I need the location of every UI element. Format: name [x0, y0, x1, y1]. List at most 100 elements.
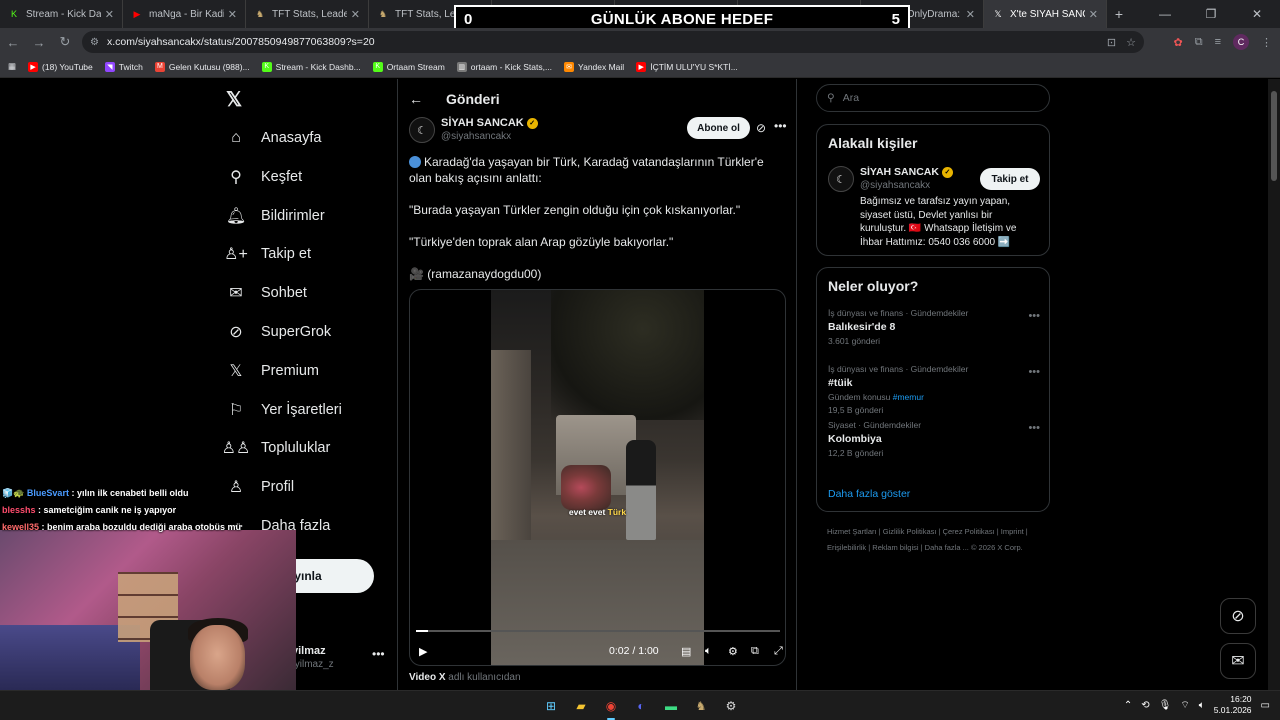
close-tab-icon[interactable]: ✕	[966, 8, 975, 21]
page-scrollbar[interactable]	[1268, 79, 1280, 690]
nav-item-explore[interactable]: ⚲ Keşfet	[226, 165, 302, 189]
close-window-icon[interactable]: ✕	[1234, 0, 1280, 28]
home-icon: ⌂	[231, 129, 241, 146]
nav-item-notifications[interactable]: 🔔︎ Bildirimler	[226, 204, 325, 228]
bookmark-item[interactable]: M Gelen Kutusu (988)...	[154, 61, 250, 72]
file-explorer-icon[interactable]: ▰	[570, 695, 592, 717]
bookmark-item[interactable]: ◥ Twitch	[104, 61, 143, 72]
browser-tab[interactable]: K Stream - Kick Dashbo ✕	[0, 0, 123, 28]
nav-item-bookmarks[interactable]: ⚐ Yer İşaretleri	[226, 398, 342, 422]
trends-card: Neler oluyor? İş dünyası ve finans · Gün…	[816, 267, 1050, 512]
minimize-icon[interactable]: —	[1142, 0, 1188, 28]
show-more-link[interactable]: Daha fazla göster	[828, 488, 910, 500]
trend-more-icon[interactable]: •••	[1028, 422, 1040, 434]
wifi-icon[interactable]: ⌔	[1180, 699, 1189, 712]
trend-more-icon[interactable]: •••	[1028, 310, 1040, 322]
reload-icon[interactable]: ↻	[52, 34, 78, 50]
app-icon[interactable]: ⚙	[720, 695, 742, 717]
related-avatar[interactable]: ☾	[828, 166, 854, 192]
account-more-icon[interactable]: •••	[372, 647, 385, 661]
clock[interactable]: 16:20 5.01.2026	[1214, 694, 1252, 716]
install-icon[interactable]: ⊡	[1107, 36, 1116, 49]
bookmark-item[interactable]: ✉ Yandex Mail	[564, 61, 624, 72]
popout-icon[interactable]: ⧉	[751, 645, 759, 658]
footer-links[interactable]: Hizmet Şartları | Gizlilik Politikası | …	[827, 524, 1042, 556]
video-progress-bar[interactable]	[416, 630, 780, 632]
related-handle[interactable]: @siyahsancakx	[860, 180, 930, 191]
video-player[interactable]: evet evet Türk ▶ 0:02 / 1:00 ▤ 🔈︎ ⚙ ⧉ ⤢	[409, 289, 786, 666]
follow-button[interactable]: Takip et	[980, 168, 1040, 190]
trend-item[interactable]: İş dünyası ve finans · Gündemdekiler #tüi…	[828, 364, 1040, 415]
url-text: x.com/siyahsancakx/status/20078509498770…	[106, 36, 375, 48]
bookmark-item[interactable]: K Ortaam Stream	[372, 61, 445, 72]
star-icon[interactable]: ☆	[1126, 36, 1136, 49]
more-options-icon[interactable]: •••	[774, 119, 787, 133]
x-logo-icon[interactable]: 𝕏	[226, 87, 242, 112]
apps-icon[interactable]: ▦	[8, 61, 16, 72]
chevron-up-icon[interactable]: ⌃	[1124, 700, 1132, 711]
post-paragraph: Karadağ'da yaşayan bir Türk, Karadağ vat…	[409, 155, 764, 185]
network-icon[interactable]: ⟲	[1141, 700, 1149, 711]
nav-item-follow[interactable]: ♙+ Takip et	[224, 242, 311, 266]
trend-item[interactable]: Siyaset · Gündemdekiler Kolombiya 12,2 B g…	[828, 420, 1040, 458]
back-arrow-icon[interactable]: ←	[398, 91, 434, 107]
grok-fab-icon[interactable]: ⊘	[1220, 598, 1256, 634]
app-icon[interactable]: ▬	[660, 695, 682, 717]
forward-icon[interactable]: →	[26, 35, 52, 50]
start-icon[interactable]: ⊞	[540, 695, 562, 717]
new-tab-button[interactable]: +	[1107, 6, 1131, 22]
bookmark-item[interactable]: ▥ ortaam - Kick Stats,...	[456, 61, 552, 72]
nav-item-home[interactable]: ⌂ Anasayfa	[226, 126, 321, 150]
bookmark-item[interactable]: ▶ İÇTİM ULU'YU S*KTİ...	[636, 61, 738, 72]
tab-title: X'te SİYAH SANCAK:	[1010, 8, 1085, 20]
menu-icon[interactable]: ⋮	[1261, 36, 1272, 49]
restore-icon[interactable]: ❐	[1188, 0, 1234, 28]
search-input[interactable]: ⚲ Ara	[816, 84, 1050, 112]
close-tab-icon[interactable]: ✕	[351, 8, 360, 21]
settings-icon[interactable]: ⚙	[728, 645, 738, 658]
author-handle[interactable]: @siyahsancakx	[441, 131, 511, 142]
browser-tab[interactable]: 𝕏 X'te SİYAH SANCAK: ✕	[984, 0, 1107, 28]
fullscreen-icon[interactable]: ⤢	[774, 645, 783, 658]
stream-chat-overlay: 🧊🐢 BlueSvart : yılın ilk cenabeti belli …	[2, 488, 252, 539]
trend-more-icon[interactable]: •••	[1028, 366, 1040, 378]
mic-icon[interactable]: 🎙︎	[1159, 700, 1172, 711]
bookmark-item[interactable]: ▶ (18) YouTube	[28, 61, 93, 72]
site-info-icon[interactable]: ⚙	[90, 37, 99, 48]
browser-tab[interactable]: ♞ TFT Stats, Leaderboar ✕	[246, 0, 369, 28]
notifications-icon[interactable]: ▭	[1261, 700, 1270, 711]
subscribe-button[interactable]: Abone ol	[687, 117, 750, 139]
discord-icon[interactable]: ◐	[630, 695, 652, 717]
chrome-icon[interactable]: ◉	[600, 695, 622, 720]
nav-item-supergrok[interactable]: ⊘ SuperGrok	[226, 320, 331, 344]
volume-icon[interactable]: 🔈︎	[1199, 700, 1205, 711]
captions-icon[interactable]: ▤	[681, 645, 691, 658]
nav-item-communities[interactable]: ♙♙ Topluluklar	[222, 436, 331, 460]
media-icon[interactable]: ≡	[1215, 36, 1221, 48]
nav-item-premium[interactable]: 𝕏 Premium	[226, 359, 319, 383]
video-source-link[interactable]: Video X	[409, 672, 446, 683]
close-tab-icon[interactable]: ✕	[228, 8, 237, 21]
x-icon: 𝕏	[994, 8, 1002, 19]
author-avatar[interactable]: ☾	[409, 117, 435, 143]
close-tab-icon[interactable]: ✕	[1089, 8, 1098, 21]
url-field[interactable]: ⚙ x.com/siyahsancakx/status/200785094987…	[82, 31, 1144, 53]
trend-tag[interactable]: #memur	[893, 392, 924, 402]
app-icon[interactable]: ♞	[690, 695, 712, 717]
video-frame[interactable]: evet evet Türk	[491, 290, 704, 665]
extension-icon[interactable]: ✿	[1174, 36, 1183, 49]
volume-icon[interactable]: 🔈︎	[705, 645, 712, 658]
profile-avatar[interactable]: C	[1233, 34, 1249, 50]
close-tab-icon[interactable]: ✕	[105, 8, 114, 21]
play-icon[interactable]: ▶	[419, 645, 427, 658]
author-name-row[interactable]: SİYAH SANCAK ✓	[441, 117, 538, 129]
messages-fab-icon[interactable]: ✉	[1220, 643, 1256, 679]
browser-tab[interactable]: ▶ maNga - Bir Kadin Çi ✕	[123, 0, 246, 28]
related-name-row[interactable]: SİYAH SANCAK ✓	[860, 166, 953, 178]
nav-item-chat[interactable]: ✉ Sohbet	[226, 281, 307, 305]
puzzle-icon[interactable]: ⧉	[1195, 36, 1203, 49]
grok-icon[interactable]: ⊘	[756, 121, 766, 135]
back-icon[interactable]: ←	[0, 35, 26, 50]
bookmark-item[interactable]: K Stream - Kick Dashb...	[261, 61, 361, 72]
trend-item[interactable]: İş dünyası ve finans · Gündemdekiler Balı…	[828, 308, 1040, 346]
